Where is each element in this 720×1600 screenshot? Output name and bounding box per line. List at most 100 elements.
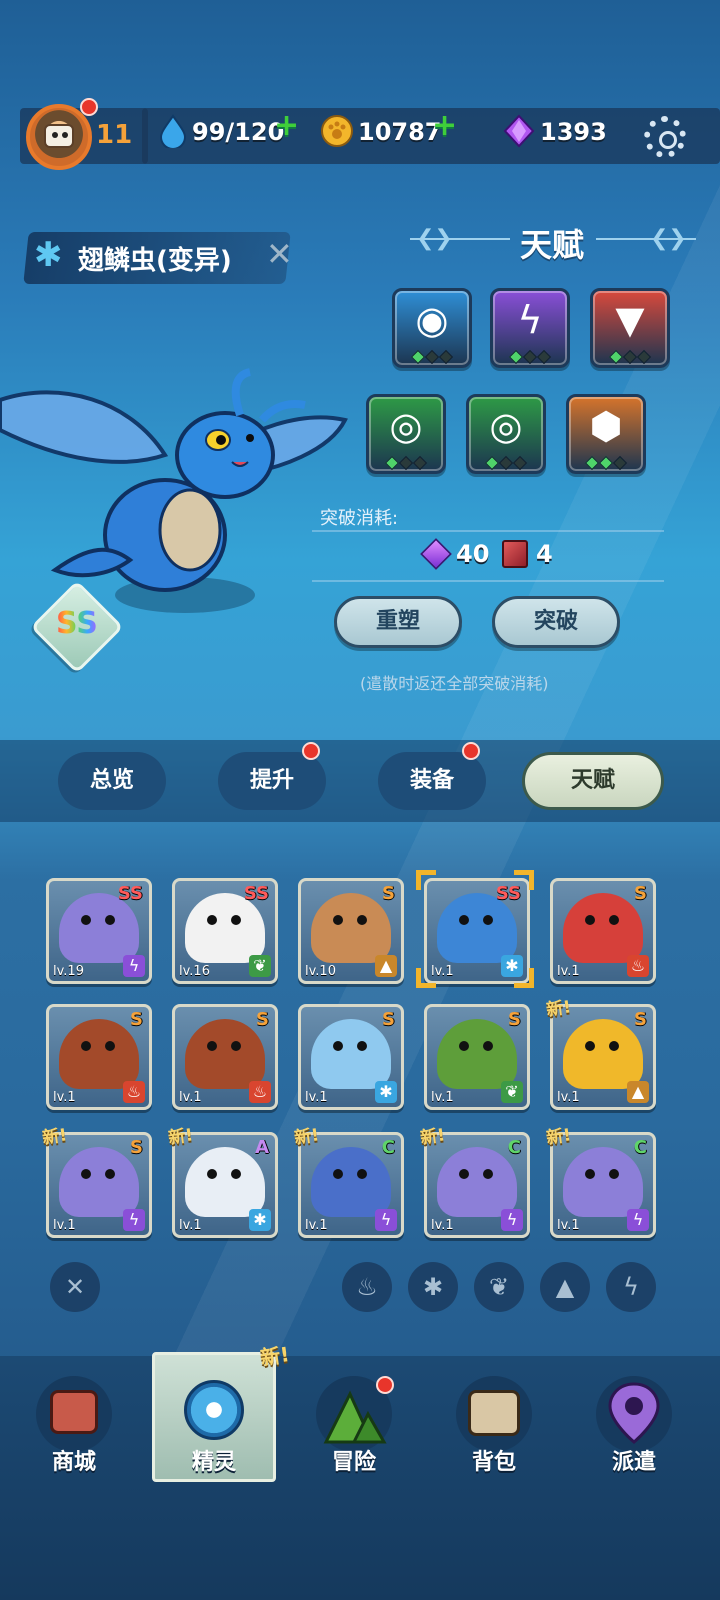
tab-overview[interactable]: 总览 [58,752,166,810]
level-gem-icon [608,349,624,365]
settings-gear-icon[interactable] [644,116,686,158]
ornament-right-icon: ❮❯ [650,226,687,251]
pet-card[interactable]: Alv.1 ✱ [172,1132,278,1238]
new-tag: 新! [419,1125,447,1149]
level-gem-icon [636,349,652,365]
pet-card[interactable]: Clv.1 ϟ [424,1132,530,1238]
level-gem-icon [424,349,440,365]
lightning-element-icon: ϟ [627,1209,649,1231]
divider [312,580,664,582]
tab-equipment[interactable]: 装备 [378,752,486,810]
break-cost-label: 突破消耗: [320,508,399,529]
selection-corner [514,968,534,988]
pet-card[interactable]: Slv.1 ▲ [550,1004,656,1110]
pet-portrait [185,1147,265,1217]
nav-spirit[interactable]: 精灵 [166,1376,262,1476]
pet-rank: C [507,1137,521,1158]
lightning-element-icon: ϟ [501,1209,523,1231]
level-gem-icon [536,349,552,365]
title-divider-left [410,238,510,240]
pet-level: lv.1 [431,1218,454,1233]
pet-card[interactable]: Slv.1 ♨ [550,878,656,984]
paw-coin-icon [321,115,353,147]
leaf-element-icon: ❦ [249,955,271,977]
nav-label: 商城 [51,1450,96,1475]
pet-portrait [185,1019,265,1089]
selection-corner [416,870,436,890]
pet-level: lv.1 [179,1218,202,1233]
pet-card[interactable]: SS lv.19 ϟ [46,878,152,984]
nav-backpack[interactable]: 背包 [446,1376,542,1476]
pet-card[interactable]: Clv.1 ϟ [550,1132,656,1238]
add-coins-button[interactable]: + [432,108,457,143]
talent-level-gems [476,455,536,472]
lightning-element-icon: ϟ [123,1209,145,1231]
pet-card[interactable]: Slv.1 ♨ [46,1004,152,1110]
close-icon[interactable]: ✕ [266,238,293,270]
avatar[interactable] [26,104,92,170]
stamina-value: 99/120 [192,118,285,146]
player-level: 11 [96,120,133,150]
cost-gem-value: 40 [456,540,490,568]
pet-card[interactable]: SS lv.16 ❦ [172,878,278,984]
avatar-notification-dot [80,98,98,116]
pet-portrait [311,893,391,963]
new-tag: 新! [293,1125,321,1149]
pet-card[interactable]: Slv.1 ✱ [298,1004,404,1110]
hexagon-icon: ⬢ [589,404,623,448]
pet-level: lv.1 [179,1090,202,1105]
lightning-element-icon: ϟ [375,1209,397,1231]
shop-icon [36,1376,112,1452]
fang-icon: ▼ [615,298,645,342]
filter-fire-icon[interactable]: ♨ [342,1262,392,1312]
pet-name: 翅鳞虫(变异) [78,246,232,276]
level-gem-icon [438,349,454,365]
tab-talent[interactable]: 天赋 [522,752,664,810]
add-stamina-button[interactable]: + [274,108,299,143]
pet-rank: S [508,1009,521,1030]
new-tag: 新! [167,1125,195,1149]
level-gem-icon [498,455,514,471]
nav-adventure-dot [376,1376,394,1394]
level-gem-icon [512,455,528,471]
rank-label: SS [56,606,98,641]
pet-card[interactable]: Slv.1 ❦ [424,1004,530,1110]
ice-element-icon: ✱ [249,1209,271,1231]
pet-card[interactable]: Slv.1 ϟ [46,1132,152,1238]
purple-gem-icon [503,114,535,148]
nav-shop[interactable]: 商城 [26,1376,122,1476]
pet-card[interactable]: Clv.1 ϟ [298,1132,404,1238]
spirit-icon [176,1376,252,1452]
pet-rank: S [634,1009,647,1030]
lightning-icon: ϟ [517,298,543,342]
pet-portrait [311,1147,391,1217]
level-gem-icon [410,349,426,365]
reset-button[interactable]: 重塑 [334,596,462,648]
selection-corner [514,870,534,890]
pet-rank: S [130,1009,143,1030]
filter-ice-icon[interactable]: ✱ [408,1262,458,1312]
earth-element-icon: ▲ [627,1081,649,1103]
nav-dispatch[interactable]: 派遣 [586,1376,682,1476]
pet-rank: SS [117,883,143,904]
filter-lightning-icon[interactable]: ϟ [606,1262,656,1312]
talent-level-gems [376,455,436,472]
tab-upgrade[interactable]: 提升 [218,752,326,810]
pet-portrait [563,1147,643,1217]
fire-element-icon: ♨ [123,1081,145,1103]
break-button[interactable]: 突破 [492,596,620,648]
pet-card[interactable]: Slv.10 ▲ [298,878,404,984]
pet-level: lv.1 [305,1218,328,1233]
divider [312,530,664,532]
clear-filter-close-icon[interactable]: ✕ [50,1262,100,1312]
filter-leaf-icon[interactable]: ❦ [474,1262,524,1312]
pet-card[interactable]: Slv.1 ♨ [172,1004,278,1110]
filter-earth-icon[interactable]: ▲ [540,1262,590,1312]
ice-element-icon: ✱ [34,235,63,275]
nav-label: 背包 [471,1450,516,1475]
pet-portrait [563,1019,643,1089]
eye-icon: ◉ [415,298,449,342]
leaf-element-icon: ❦ [501,1081,523,1103]
location-icon [596,1376,672,1452]
nav-label: 派遣 [611,1450,656,1475]
